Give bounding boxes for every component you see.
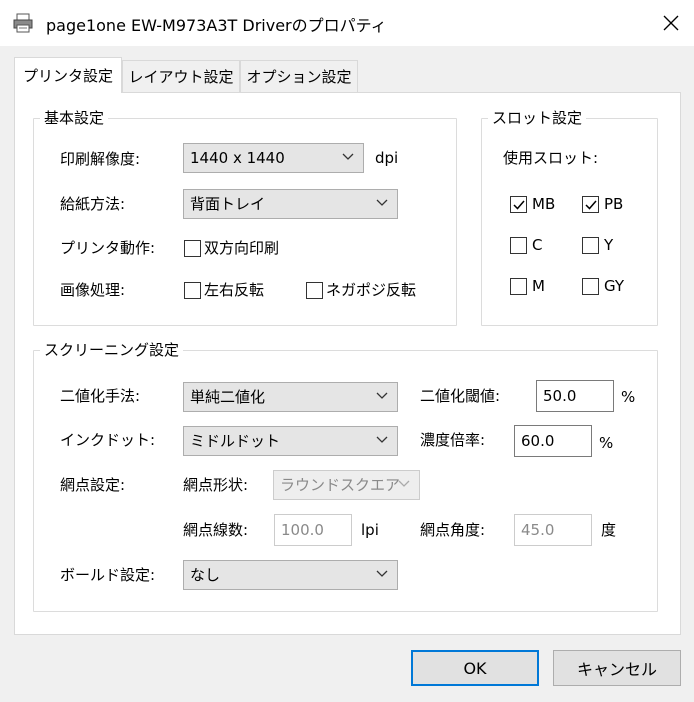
tab-printer-settings[interactable]: プリンタ設定	[14, 57, 122, 93]
slot-y-checkbox[interactable]	[582, 237, 599, 254]
tab-option-settings[interactable]: オプション設定	[240, 60, 358, 92]
slot-m-label: M	[532, 277, 545, 295]
slot-pb-label: PB	[604, 195, 624, 213]
resolution-value: 1440 x 1440	[190, 149, 285, 167]
checkmark-icon	[513, 200, 525, 210]
used-slot-label: 使用スロット:	[503, 149, 599, 167]
ink-dot-value: ミドルドット	[190, 432, 281, 450]
slot-mb-checkbox[interactable]	[510, 196, 527, 213]
halftone-lines-label: 網点線数:	[183, 521, 249, 539]
tab-label: オプション設定	[246, 68, 352, 86]
halftone-angle-value: 45.0	[521, 521, 555, 539]
cancel-label: キャンセル	[576, 660, 657, 679]
bold-label: ボールド設定:	[60, 566, 156, 584]
threshold-unit: %	[621, 388, 636, 406]
image-processing-label: 画像処理:	[60, 281, 126, 299]
threshold-value: 50.0	[543, 387, 577, 405]
resolution-label: 印刷解像度:	[60, 150, 141, 168]
halftone-label: 網点設定:	[60, 476, 126, 494]
negative-checkbox[interactable]	[306, 282, 323, 299]
slot-m-checkbox[interactable]	[510, 278, 527, 295]
mirror-checkbox[interactable]	[184, 282, 201, 299]
halftone-lines-input[interactable]: 100.0	[274, 514, 352, 546]
ok-button[interactable]: OK	[411, 650, 539, 686]
tab-label: プリンタ設定	[22, 67, 113, 85]
close-button[interactable]	[648, 0, 694, 46]
density-value: 60.0	[521, 432, 555, 450]
tab-label: レイアウト設定	[128, 68, 234, 86]
binarize-method-select[interactable]: 単純二値化	[183, 382, 398, 412]
slot-c-label: C	[532, 236, 543, 254]
close-icon	[663, 15, 679, 31]
density-unit: %	[599, 434, 614, 452]
halftone-shape-select[interactable]: ラウンドスクエア	[273, 470, 420, 500]
slot-mb-label: MB	[532, 195, 556, 213]
slot-c-checkbox[interactable]	[510, 237, 527, 254]
chevron-down-icon	[398, 480, 410, 487]
slot-gy-label: GY	[604, 277, 625, 295]
slot-y-label: Y	[604, 236, 614, 254]
paper-feed-label: 給紙方法:	[60, 195, 126, 213]
duplex-label: 双方向印刷	[204, 239, 280, 257]
halftone-lines-unit: lpi	[361, 521, 379, 539]
printer-icon	[12, 12, 34, 38]
bold-value: なし	[190, 566, 221, 584]
mirror-label: 左右反転	[204, 281, 265, 299]
printer-action-label: プリンタ動作:	[60, 239, 156, 257]
duplex-checkbox[interactable]	[184, 240, 201, 257]
binarize-method-label: 二値化手法:	[60, 387, 141, 405]
chevron-down-icon	[342, 153, 354, 160]
resolution-unit: dpi	[375, 149, 399, 167]
density-label: 濃度倍率:	[420, 431, 486, 449]
threshold-label: 二値化閾値:	[420, 387, 501, 405]
bold-select[interactable]: なし	[183, 560, 398, 590]
slot-gy-checkbox[interactable]	[582, 278, 599, 295]
halftone-shape-value: ラウンドスクエア	[280, 476, 401, 494]
chevron-down-icon	[376, 392, 388, 399]
ink-dot-label: インクドット:	[60, 431, 156, 449]
cancel-button[interactable]: キャンセル	[553, 650, 681, 686]
title-bar: page1one EW-M973A3T Driverのプロパティ	[0, 0, 694, 46]
printer-settings-panel: 基本設定 印刷解像度: 1440 x 1440 dpi 給紙方法: 背面トレイ …	[14, 92, 681, 635]
paper-feed-select[interactable]: 背面トレイ	[183, 189, 398, 219]
group-title-basic: 基本設定	[40, 108, 109, 128]
ok-label: OK	[463, 658, 487, 678]
halftone-angle-unit: 度	[601, 521, 617, 539]
halftone-angle-label: 網点角度:	[420, 521, 486, 539]
binarize-method-value: 単純二値化	[190, 388, 266, 406]
chevron-down-icon	[376, 199, 388, 206]
group-title-slot: スロット設定	[488, 108, 587, 128]
checkmark-icon	[585, 200, 597, 210]
threshold-input[interactable]: 50.0	[536, 380, 614, 412]
halftone-angle-input[interactable]: 45.0	[514, 514, 592, 546]
chevron-down-icon	[376, 436, 388, 443]
halftone-lines-value: 100.0	[281, 521, 324, 539]
ink-dot-select[interactable]: ミドルドット	[183, 426, 398, 456]
density-input[interactable]: 60.0	[514, 425, 592, 457]
paper-feed-value: 背面トレイ	[190, 195, 266, 213]
halftone-shape-label: 網点形状:	[183, 476, 249, 494]
group-title-screening: スクリーニング設定	[40, 340, 184, 360]
chevron-down-icon	[376, 570, 388, 577]
resolution-select[interactable]: 1440 x 1440	[183, 143, 364, 173]
tab-layout-settings[interactable]: レイアウト設定	[122, 60, 240, 92]
negative-label: ネガポジ反転	[326, 281, 417, 299]
slot-pb-checkbox[interactable]	[582, 196, 599, 213]
window-title: page1one EW-M973A3T Driverのプロパティ	[46, 16, 387, 35]
